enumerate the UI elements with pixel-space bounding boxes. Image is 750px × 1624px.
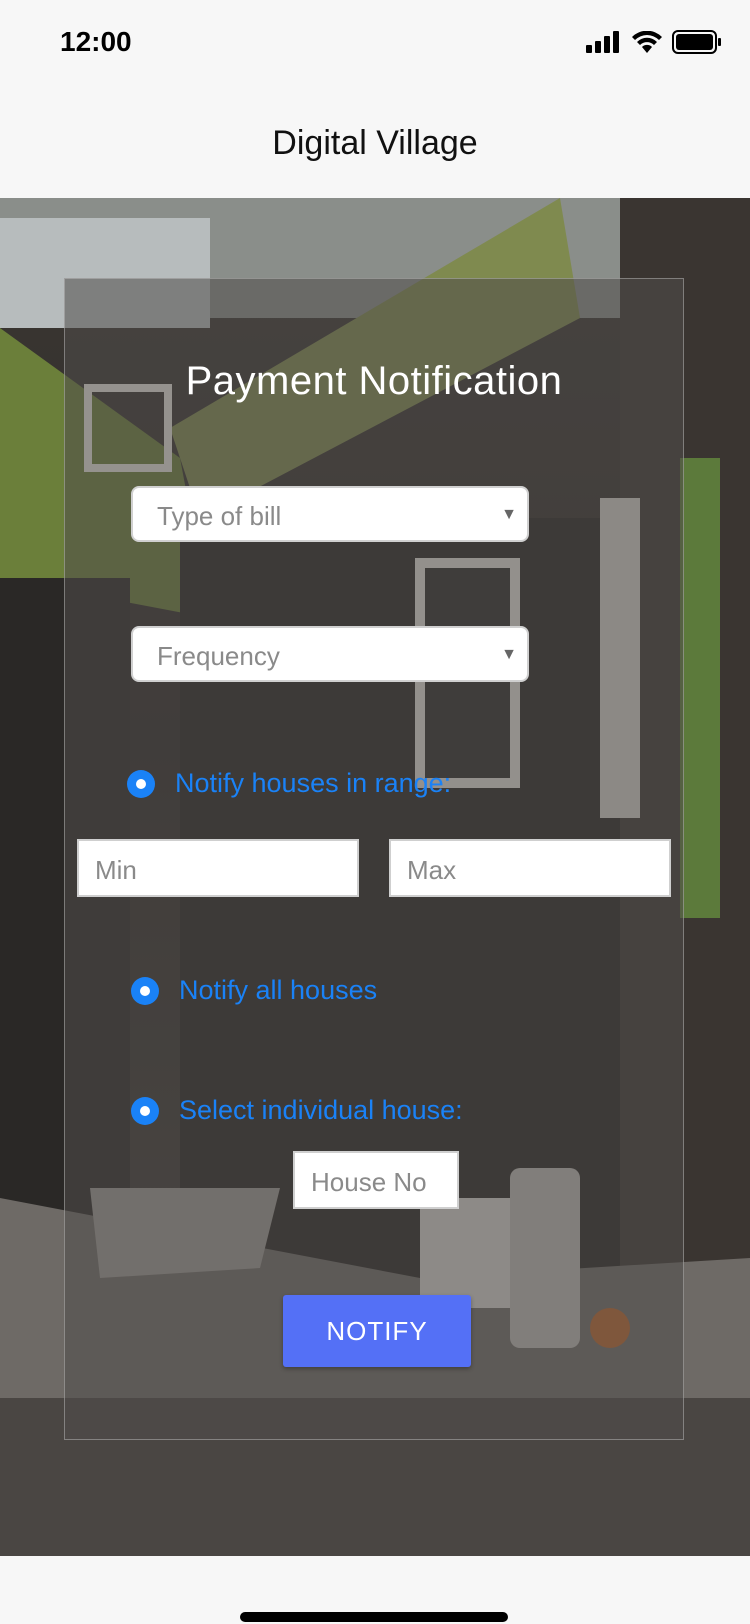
max-placeholder: Max [407,855,457,885]
radio-select-individual[interactable]: Select individual house: [131,1095,463,1126]
radio-button-icon[interactable] [131,1096,159,1125]
house-no-placeholder: House No [311,1167,427,1197]
navigation-bar: Digital Village [0,88,750,198]
radio-notify-all[interactable]: Notify all houses [131,975,377,1006]
house-no-input[interactable]: House No [293,1151,459,1209]
bill-type-placeholder: Type of bill [157,501,282,531]
frequency-placeholder: Frequency [157,641,280,671]
notify-button[interactable]: NOTIFY [283,1295,471,1367]
radio-notify-range[interactable]: Notify houses in range: [127,768,451,799]
min-input[interactable]: Min [77,839,359,897]
radio-label-all: Notify all houses [179,975,378,1005]
home-indicator[interactable] [240,1612,508,1622]
status-icons [586,30,722,59]
page-title: Digital Village [272,124,478,162]
card-title: Payment Notification [185,359,563,403]
status-time: 12:00 [60,26,132,57]
radio-button-icon[interactable] [127,769,155,798]
payment-notification-card: Payment Notification Type of bill ▼ Freq… [64,278,684,1440]
frequency-select[interactable]: Frequency ▼ [131,626,529,682]
radio-button-icon[interactable] [131,976,159,1005]
max-input[interactable]: Max [389,839,671,897]
wifi-icon [632,30,662,58]
radio-label-range: Notify houses in range: [175,768,452,798]
radio-label-individual: Select individual house: [179,1095,463,1125]
chevron-down-icon: ▼ [501,646,517,663]
bill-type-select[interactable]: Type of bill ▼ [131,486,529,542]
signal-icon [586,31,622,58]
status-bar: 12:00 [0,0,750,88]
min-placeholder: Min [95,855,137,885]
chevron-down-icon: ▼ [501,506,517,523]
battery-icon [672,30,722,59]
